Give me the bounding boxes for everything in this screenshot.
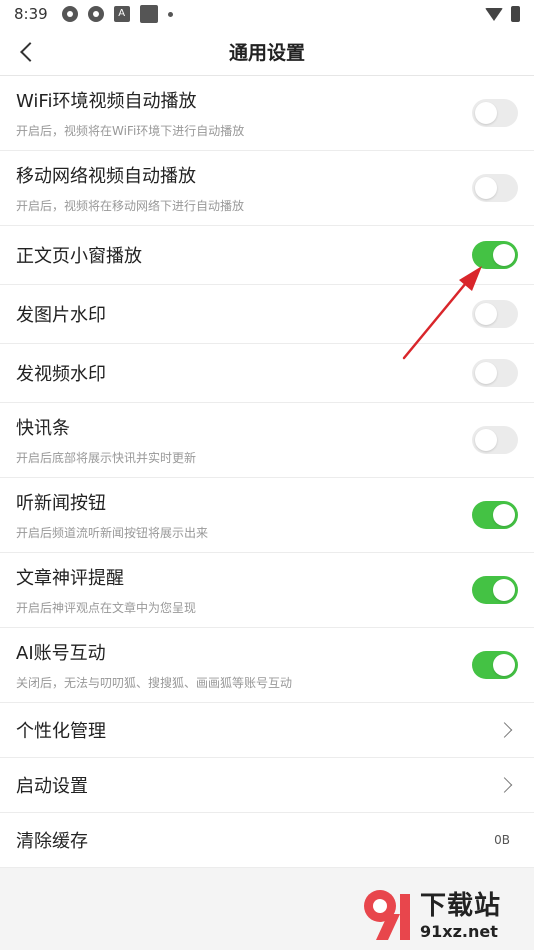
status-right [485,6,520,22]
setting-row-comment-reminder: 文章神评提醒 开启后神评观点在文章中为您呈现 [0,553,534,628]
setting-subtitle: 开启后，视频将在WiFi环境下进行自动播放 [16,124,245,138]
setting-title: 发图片水印 [16,305,106,326]
chevron-right-icon [496,722,513,738]
status-icons: A [61,5,173,23]
toggle-switch-comment-reminder[interactable] [472,576,518,604]
setting-title: 文章神评提醒 [16,568,124,589]
site-watermark: 下载站 91xz.net [358,882,528,944]
setting-subtitle: 开启后，视频将在移动网络下进行自动播放 [16,199,245,213]
setting-row-mini-window: 正文页小窗播放 [0,226,534,285]
notification-a-icon: A [113,6,130,22]
toggle-switch-mini-window[interactable] [472,241,518,269]
notification-app-icon [61,6,78,22]
toggle-knob [475,429,497,451]
toggle-switch-ai-interaction[interactable] [472,651,518,679]
setting-title: 正文页小窗播放 [16,246,142,267]
status-bar: 8:39 A [0,0,534,28]
setting-row-mobile-autoplay: 移动网络视频自动播放 开启后，视频将在移动网络下进行自动播放 [0,151,534,226]
nav-row-clear-cache[interactable]: 清除缓存 0B [0,813,534,868]
toggle-switch-wifi-autoplay[interactable] [472,99,518,127]
setting-row-video-watermark: 发视频水印 [0,344,534,403]
setting-title: 发视频水印 [16,364,106,385]
toggle-knob [493,504,515,526]
setting-title: 移动网络视频自动播放 [16,166,196,187]
page-title: 通用设置 [228,42,305,64]
setting-title: 听新闻按钮 [16,493,106,514]
notification-square-icon [139,5,158,23]
toggle-knob [475,362,497,384]
toggle-knob [475,102,497,124]
setting-row-wifi-autoplay: WiFi环境视频自动播放 开启后，视频将在WiFi环境下进行自动播放 [0,76,534,151]
top-bar: 通用设置 [0,28,534,76]
toggle-switch-image-watermark[interactable] [472,300,518,328]
setting-row-ai-interaction: AI账号互动 关闭后，无法与叨叨狐、搜搜狐、画画狐等账号互动 [0,628,534,703]
site-logo-icon [358,884,416,942]
nav-title: 启动设置 [16,776,88,797]
back-arrow-icon [20,42,40,62]
setting-subtitle: 开启后神评观点在文章中为您呈现 [16,601,197,615]
setting-row-image-watermark: 发图片水印 [0,285,534,344]
toggle-switch-mobile-autoplay[interactable] [472,174,518,202]
clear-cache-title: 清除缓存 [16,831,88,852]
toggle-knob [475,177,497,199]
toggle-knob [493,654,515,676]
setting-subtitle: 关闭后，无法与叨叨狐、搜搜狐、画画狐等账号互动 [16,676,293,690]
toggle-switch-listen-news[interactable] [472,501,518,529]
cache-size-value: 0B [494,833,510,847]
wifi-icon [485,7,503,21]
settings-list: WiFi环境视频自动播放 开启后，视频将在WiFi环境下进行自动播放 移动网络视… [0,76,534,868]
battery-icon [511,6,520,22]
notification-dot-icon [167,11,173,17]
nav-title: 个性化管理 [16,721,106,742]
status-time: 8:39 [14,5,48,23]
toggle-switch-video-watermark[interactable] [472,359,518,387]
toggle-knob [475,303,497,325]
watermark-title: 下载站 [420,891,502,921]
nav-row-personalization[interactable]: 个性化管理 [0,703,534,758]
toggle-knob [493,244,515,266]
setting-title: 快讯条 [16,418,70,439]
notification-app-icon [87,6,104,22]
setting-title: WiFi环境视频自动播放 [16,91,197,112]
toggle-knob [493,579,515,601]
setting-title: AI账号互动 [16,643,106,664]
chevron-right-icon [496,777,513,793]
setting-subtitle: 开启后底部将展示快讯并实时更新 [16,451,197,465]
nav-row-startup-settings[interactable]: 启动设置 [0,758,534,813]
back-button[interactable] [12,36,42,68]
watermark-url: 91xz.net [420,922,498,941]
toggle-switch-news-ticker[interactable] [472,426,518,454]
setting-row-listen-news: 听新闻按钮 开启后频道流听新闻按钮将展示出来 [0,478,534,553]
setting-subtitle: 开启后频道流听新闻按钮将展示出来 [16,526,209,540]
setting-row-news-ticker: 快讯条 开启后底部将展示快讯并实时更新 [0,403,534,478]
